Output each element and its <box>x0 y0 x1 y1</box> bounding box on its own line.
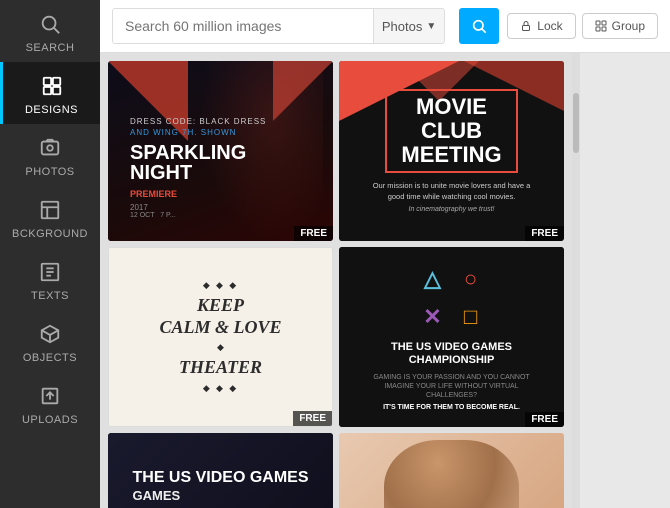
sidebar-item-designs-label: DESIGNS <box>25 104 78 116</box>
card2-sub: Our mission is to unite movie lovers and… <box>355 181 548 202</box>
card5-title: THE US VIDEO GAMES <box>132 468 308 487</box>
lock-label: Lock <box>537 19 562 33</box>
objects-icon <box>36 320 64 348</box>
card1-title: SPARKLING NIGHT <box>130 143 311 183</box>
circle-icon: ○ <box>455 263 487 295</box>
card4-title: THE US VIDEO GAMES CHAMPIONSHIP <box>359 341 544 367</box>
search-button[interactable] <box>459 8 499 44</box>
photos-dropdown[interactable]: Photos ▼ <box>373 9 444 43</box>
right-panel <box>580 53 670 508</box>
list-item[interactable]: △ ○ ✕ □ THE US VIDEO GAMES CHAMPIONSHIP … <box>339 247 564 427</box>
list-item[interactable] <box>339 433 564 508</box>
card2-line3: MEETING <box>401 143 501 167</box>
image-grid: DRESS CODE: BLACK DRESS AND WING 7H. SHO… <box>108 61 564 508</box>
card3-decoration-top: ◆ ◆ ◆ <box>121 280 320 291</box>
card3-decoration-bottom: ◆ ◆ ◆ <box>121 383 320 394</box>
photos-icon <box>36 134 64 162</box>
sidebar-item-uploads[interactable]: UPLOADS <box>0 372 100 434</box>
card5-line2: GAMES <box>132 488 308 503</box>
cross-icon: ✕ <box>417 301 449 333</box>
content-area: DRESS CODE: BLACK DRESS AND WING 7H. SHO… <box>100 53 670 508</box>
card3-line3: THEATER <box>121 357 320 379</box>
search-bar: Photos ▼ <box>112 8 445 44</box>
card3-line1: KEEP <box>121 295 320 317</box>
card4-cta: IT'S TIME FOR THEM TO BECOME REAL. <box>359 404 544 411</box>
sidebar-item-designs[interactable]: DESIGNS <box>0 62 100 124</box>
card4-sub: GAMING IS YOUR PASSION AND YOU CANNOT IM… <box>359 373 544 400</box>
group-label: Group <box>612 19 645 33</box>
sidebar-item-uploads-label: UPLOADS <box>22 414 78 426</box>
sidebar-item-objects[interactable]: OBJECTS <box>0 310 100 372</box>
card1-year: 2017 <box>130 203 311 212</box>
search-input[interactable] <box>113 9 373 43</box>
card1-time: 12 OCT 7 P... <box>130 212 311 219</box>
playstation-icons: △ ○ ✕ □ <box>417 263 487 333</box>
sidebar-item-objects-label: OBJECTS <box>23 352 77 364</box>
free-badge-card3: FREE <box>293 411 332 426</box>
card3-line2: CALM & LOVE <box>121 317 320 339</box>
scrollbar-thumb[interactable] <box>573 93 579 153</box>
background-icon <box>36 196 64 224</box>
uploads-icon <box>36 382 64 410</box>
sidebar-item-search-label: SEARCH <box>26 42 75 54</box>
list-item[interactable]: MOVIE CLUB MEETING Our mission is to uni… <box>339 61 564 241</box>
card2-line1: MOVIE <box>401 95 501 119</box>
square-icon: □ <box>455 301 487 333</box>
search-btn-icon <box>471 18 487 34</box>
sidebar-item-background-label: BCKGROUND <box>12 228 88 240</box>
list-item[interactable]: THE US VIDEO GAMES GAMES ▲ <box>108 433 333 508</box>
sidebar-item-texts-label: TEXTS <box>31 290 69 302</box>
card3-diamond-mid: ◆ <box>121 342 320 353</box>
scrollbar[interactable] <box>572 53 580 508</box>
card2-line2: CLUB <box>401 119 501 143</box>
sidebar-item-photos-label: PHOTOS <box>25 166 74 178</box>
free-badge-card2: FREE <box>525 226 564 241</box>
dropdown-chevron-icon: ▼ <box>426 21 436 32</box>
top-action-buttons: Lock Group <box>507 13 658 39</box>
header: Photos ▼ Lock <box>100 0 670 53</box>
card1-dresscode: DRESS CODE: BLACK DRESS <box>130 117 311 126</box>
list-item[interactable]: DRESS CODE: BLACK DRESS AND WING 7H. SHO… <box>108 61 333 241</box>
sidebar-item-background[interactable]: BCKGROUND <box>0 186 100 248</box>
triangle-icon: △ <box>417 263 449 295</box>
texts-icon <box>36 258 64 286</box>
sidebar-item-photos[interactable]: PHOTOS <box>0 124 100 186</box>
sidebar-item-texts[interactable]: TEXTS <box>0 248 100 310</box>
image-grid-panel: DRESS CODE: BLACK DRESS AND WING 7H. SHO… <box>100 53 572 508</box>
card2-tagline: In cinematography we trust! <box>355 206 548 213</box>
group-button[interactable]: Group <box>582 13 658 39</box>
list-item[interactable]: ◆ ◆ ◆ KEEP CALM & LOVE ◆ THEATER ◆ ◆ ◆ F… <box>108 247 333 427</box>
lock-icon <box>520 20 532 32</box>
sidebar: SEARCH DESIGNS PHOTOS <box>0 0 100 508</box>
sidebar-item-search[interactable]: SEARCH <box>0 0 100 62</box>
lock-button[interactable]: Lock <box>507 13 575 39</box>
card1-premiere: PREMIERE <box>130 189 311 199</box>
designs-icon <box>38 72 66 100</box>
card1-subline: AND WING 7H. SHOWN <box>130 128 311 137</box>
group-icon <box>595 20 607 32</box>
main-content: Photos ▼ Lock <box>100 0 670 508</box>
search-icon <box>36 10 64 38</box>
dropdown-label: Photos <box>382 19 422 34</box>
